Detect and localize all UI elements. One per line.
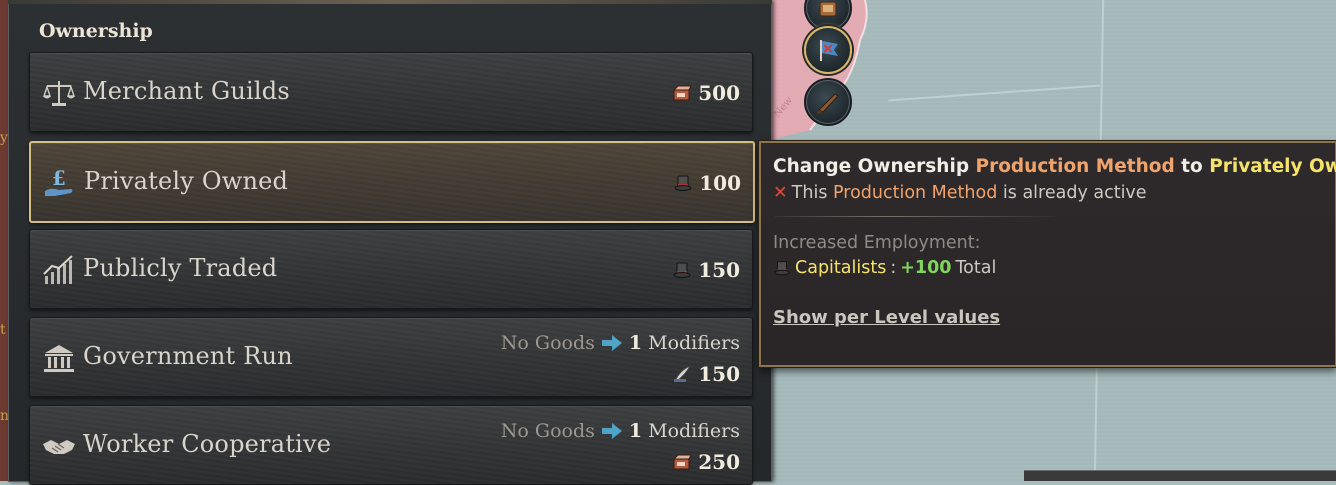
- modifiers-label: Modifiers: [648, 420, 740, 442]
- shopkeeper-icon: [673, 85, 693, 101]
- cross-icon: ✕: [773, 183, 788, 203]
- method-effects: No Goods 1 Modifiers: [501, 420, 740, 442]
- arrow-right-icon: [601, 423, 622, 439]
- employment-detail: Capitalists: +100 Total: [773, 258, 996, 278]
- method-label: Worker Cooperative: [83, 430, 332, 458]
- tooltip-status: ✕ This Production Method is already activ…: [773, 183, 1147, 203]
- method-effects: No Goods 1 Modifiers: [501, 332, 740, 354]
- hand-pound-icon: £: [45, 167, 73, 196]
- employment-cost: 150: [672, 362, 740, 386]
- employment-cost: 500: [672, 81, 740, 105]
- government-building-icon: [44, 345, 74, 372]
- top-hat-icon: [674, 175, 692, 191]
- panel-title: Ownership: [39, 20, 153, 42]
- no-goods-text: No Goods: [500, 420, 595, 442]
- left-strip-letter: t: [0, 322, 6, 338]
- employment-label: Increased Employment:: [773, 233, 981, 253]
- cost-value: 150: [698, 258, 740, 282]
- handshake-icon: [43, 440, 75, 454]
- tooltip: Change Ownership Production Method to Pr…: [759, 141, 1336, 367]
- scales-icon: [43, 81, 75, 106]
- production-method-privately-owned[interactable]: £ Privately Owned 100: [29, 141, 755, 223]
- heading-to: to: [1181, 156, 1203, 177]
- production-method-worker-cooperative[interactable]: Worker Cooperative No Goods 1 Modifiers …: [29, 405, 753, 485]
- rifle-button[interactable]: [804, 78, 852, 126]
- modifiers-count: 1: [628, 420, 643, 442]
- svg-text:£: £: [52, 167, 66, 190]
- status-method: Production Method: [833, 183, 998, 203]
- map-marker-icon: [819, 1, 837, 17]
- employment-cost: 150: [672, 258, 740, 282]
- flag-button[interactable]: [804, 26, 852, 74]
- heading-target: Privately Owned: [1209, 156, 1336, 177]
- pop-suffix: Total: [955, 258, 997, 278]
- employment-cost: 100: [673, 171, 741, 195]
- top-hat-icon: [774, 261, 790, 276]
- flag-icon: [820, 40, 838, 61]
- no-goods-text: No Goods: [500, 332, 595, 354]
- show-per-level-link[interactable]: Show per Level values: [773, 307, 1000, 328]
- pop-name: Capitalists: [795, 258, 887, 278]
- bureaucrat-quill-icon: [674, 365, 692, 382]
- modifiers-count: 1: [628, 332, 643, 354]
- left-strip-letter: y: [0, 130, 8, 146]
- cost-value: 100: [699, 171, 741, 195]
- status-prefix: This: [791, 183, 828, 203]
- production-method-merchant-guilds[interactable]: Merchant Guilds 500: [29, 52, 753, 132]
- tooltip-heading: Change Ownership Production Method to Pr…: [773, 156, 1336, 177]
- status-suffix: is already active: [1002, 183, 1147, 203]
- cost-value: 150: [698, 362, 740, 386]
- method-label: Merchant Guilds: [83, 77, 290, 105]
- arrow-right-icon: [601, 335, 622, 351]
- cost-value: 250: [698, 450, 740, 474]
- ownership-panel: Ownership Merchant Guilds 500 £ Privatel…: [8, 0, 772, 485]
- pop-colon: :: [890, 258, 897, 278]
- employment-cost: 250: [672, 450, 740, 474]
- bottom-bar: [1024, 470, 1336, 481]
- modifiers-label: Modifiers: [648, 332, 740, 354]
- top-hat-icon: [673, 262, 691, 278]
- production-method-government-run[interactable]: Government Run No Goods 1 Modifiers 150: [29, 317, 753, 397]
- heading-prefix: Change Ownership: [773, 156, 970, 177]
- shopkeeper-icon: [673, 454, 693, 470]
- method-label: Government Run: [83, 342, 293, 370]
- cost-value: 500: [698, 81, 740, 105]
- chart-icon: [43, 255, 73, 284]
- heading-method: Production Method: [975, 156, 1175, 177]
- rifle-icon: [817, 93, 839, 114]
- divider: [775, 216, 1055, 217]
- method-label: Publicly Traded: [83, 254, 278, 282]
- method-label: Privately Owned: [84, 167, 289, 195]
- pop-value: +100: [900, 258, 952, 278]
- production-method-publicly-traded[interactable]: Publicly Traded 150: [29, 229, 753, 309]
